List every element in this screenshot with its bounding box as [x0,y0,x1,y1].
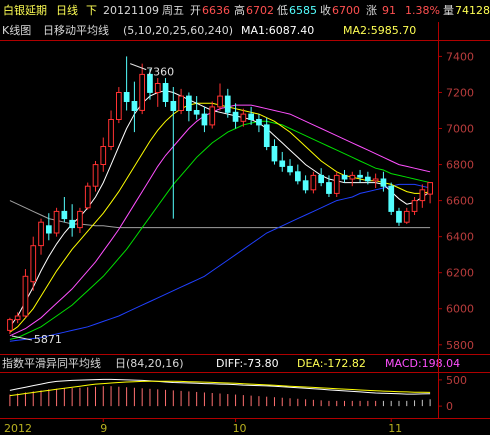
time-axis-label: 9 [100,422,107,435]
candle-body [396,210,402,223]
price-axis-label: 6400 [446,231,474,244]
candle-body [123,92,130,102]
candle-body [162,83,169,102]
candle-body [61,210,68,220]
ma-blue-line [9,183,431,342]
candle-body [224,95,231,113]
candle-body [427,182,433,195]
price-axis-label: 7000 [446,123,474,136]
price-axis-label: 7400 [446,50,474,63]
candle-body [201,113,208,126]
chart-labels: 7400 7200 7000 6800 6600 6400 6200 6000 5800 500 0… [4,50,474,435]
candle-body [372,178,379,182]
high-marker: 7360 [146,66,174,79]
candle-body [38,221,44,247]
candle-body [154,83,161,93]
candle-body [116,92,122,120]
candle-body [131,101,138,111]
price-axis-label: 6200 [446,267,474,280]
candle-body [295,171,301,182]
candle-body [92,164,99,187]
macd-dea-line [9,380,431,397]
time-axis-label: 11 [388,422,402,435]
macd-axis-label: 500 [446,374,467,387]
time-axis-label: 10 [233,422,247,435]
candle-body [217,95,223,108]
candle-body [419,189,426,202]
chart-grid [102,55,442,422]
candle-body [310,174,317,191]
candle-body [411,200,418,212]
price-axis-label: 5800 [446,339,474,352]
price-axis-label: 6800 [446,159,474,172]
price-axis-label: 7200 [446,86,474,99]
candle-body [186,95,192,111]
candle-body [170,101,177,111]
candle-body [365,176,371,182]
candle-body [349,174,356,180]
macd-bars [9,386,431,407]
candle-body [108,119,114,147]
moving-average-lines [9,90,431,397]
candle-body [77,210,83,229]
candle-body [248,113,255,120]
candle-body [357,174,363,178]
candle-body [232,111,239,122]
candle-body [46,225,52,234]
high-marker-pointer [130,63,147,71]
ma-green-line [9,120,431,340]
candle-body [14,315,21,321]
candle-body [380,178,387,187]
candle-body [302,180,309,191]
candle-body [403,210,410,223]
candle-body [256,119,262,126]
candle-body [139,73,146,111]
candle-body [178,95,185,111]
candle-body [209,106,216,126]
candle-body [271,146,278,162]
candlestick-chart[interactable]: 7400 7200 7000 6800 6600 6400 6200 6000 5800 500 0… [0,0,490,435]
candle-body [318,174,324,184]
candle-body [333,174,340,194]
time-axis-label: 2012 [4,422,32,435]
ma-white-line [9,90,431,328]
candles [7,56,433,334]
price-axis-label: 6600 [446,195,474,208]
candle-body [326,182,332,194]
candle-body [69,219,76,229]
candle-body [287,165,293,173]
candle-body [193,110,200,115]
candle-body [22,275,29,317]
candle-body [388,185,395,212]
candle-body [53,210,60,234]
macd-axis-label: 0 [446,400,453,413]
candle-body [7,319,13,331]
low-marker: 5871 [34,333,62,346]
candle-body [263,124,270,148]
candle-body [100,146,107,165]
candle-body [84,185,91,209]
candle-body [341,174,348,180]
price-axis-label: 6000 [446,303,474,316]
candle-body [240,113,247,122]
candle-body [279,160,286,167]
candle-body [30,245,37,283]
